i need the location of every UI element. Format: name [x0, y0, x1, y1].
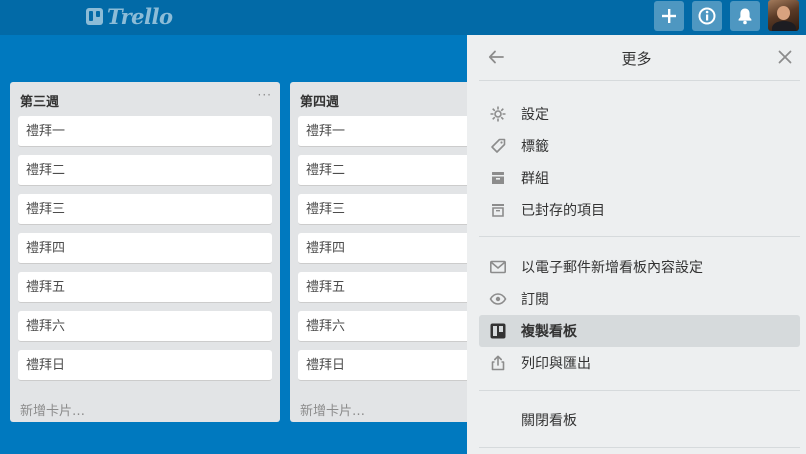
menu-item-archived[interactable]: 已封存的項目 [479, 194, 800, 226]
menu-item-label: 已封存的項目 [521, 203, 605, 219]
menu-item-copy-board[interactable]: 複製看板 [479, 315, 800, 347]
menu-item-label: 訂閱 [521, 292, 549, 308]
list-title[interactable]: 第三週 [20, 91, 59, 110]
menu-item-label: 以電子郵件新增看板內容設定 [521, 260, 703, 276]
card[interactable]: 禮拜日 [18, 350, 272, 381]
logo-text: Trello [107, 3, 173, 29]
panel-header: 更多 [467, 35, 806, 81]
more-menu-panel: 更多 設定 標籤 群組 已封存的項目 以電子郵件新增看板內容設定 訂閱 複製看板… [467, 35, 806, 454]
add-card-link[interactable]: 新增卡片… [20, 400, 85, 419]
divider [479, 80, 800, 81]
card[interactable]: 禮拜二 [18, 155, 272, 186]
share-icon [488, 353, 508, 373]
notifications-button[interactable] [730, 1, 760, 31]
envelope-icon [488, 257, 508, 277]
card[interactable]: 禮拜三 [18, 194, 272, 225]
list-week-3: 第三週 ··· 禮拜一 禮拜二 禮拜三 禮拜四 禮拜五 禮拜六 禮拜日 新增卡片… [10, 82, 280, 422]
menu-item-print-export[interactable]: 列印與匯出 [479, 347, 800, 379]
top-header: Trello [0, 0, 806, 35]
close-icon [778, 50, 792, 64]
menu-item-labels[interactable]: 標籤 [479, 130, 800, 162]
menu-item-close-board[interactable]: 關閉看板 [479, 404, 800, 436]
trello-logo[interactable]: Trello [86, 3, 173, 29]
info-icon [698, 7, 716, 25]
archived-items-icon [488, 200, 508, 220]
menu-item-label: 列印與匯出 [521, 356, 591, 372]
archive-box-icon [488, 168, 508, 188]
card[interactable]: 禮拜一 [18, 116, 272, 147]
add-card-link[interactable]: 新增卡片… [300, 400, 365, 419]
tag-icon [488, 136, 508, 156]
menu-item-label: 關閉看板 [521, 413, 577, 429]
list-title[interactable]: 第四週 [300, 91, 339, 110]
info-button[interactable] [692, 1, 722, 31]
menu-item-email-settings[interactable]: 以電子郵件新增看板內容設定 [479, 251, 800, 283]
card[interactable]: 禮拜四 [18, 233, 272, 264]
card[interactable]: 禮拜六 [18, 311, 272, 342]
bell-icon [738, 8, 752, 25]
menu-item-groups[interactable]: 群組 [479, 162, 800, 194]
add-button[interactable] [654, 1, 684, 31]
menu-item-label: 複製看板 [521, 324, 577, 340]
divider [479, 447, 800, 448]
menu-item-label: 設定 [521, 107, 549, 123]
divider [479, 236, 800, 237]
plus-icon [662, 9, 676, 23]
close-panel-button[interactable] [776, 48, 794, 66]
gear-icon [488, 104, 508, 124]
card[interactable]: 禮拜五 [18, 272, 272, 303]
divider [479, 390, 800, 391]
panel-title: 更多 [621, 50, 652, 68]
eye-icon [488, 289, 508, 309]
user-avatar[interactable] [768, 0, 799, 31]
card-list: 禮拜一 禮拜二 禮拜三 禮拜四 禮拜五 禮拜六 禮拜日 [18, 116, 272, 389]
board-icon [488, 321, 508, 341]
menu-item-settings[interactable]: 設定 [479, 98, 800, 130]
menu-item-label: 標籤 [521, 139, 549, 155]
trello-logo-icon [86, 7, 103, 25]
list-menu-button[interactable]: ··· [258, 88, 272, 102]
menu-item-subscribe[interactable]: 訂閱 [479, 283, 800, 315]
menu-item-label: 群組 [521, 171, 549, 187]
